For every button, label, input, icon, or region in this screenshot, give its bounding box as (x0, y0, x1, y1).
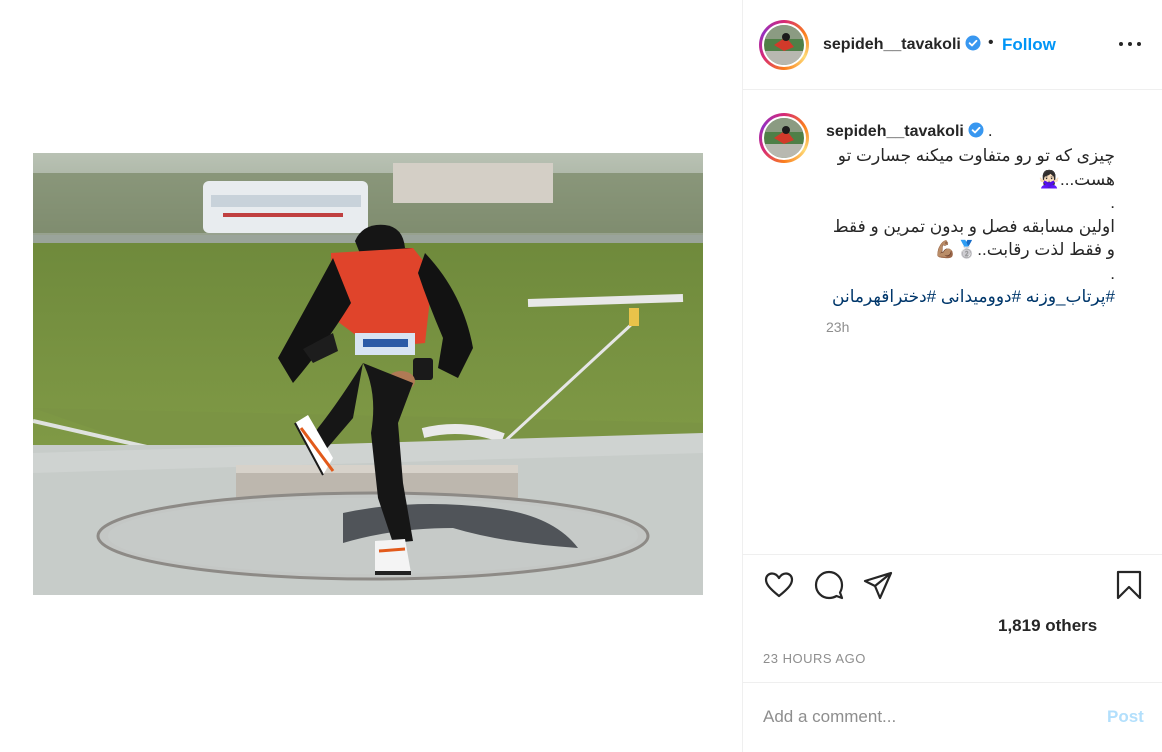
caption-username[interactable]: sepideh__tavakoli (826, 123, 964, 140)
paper-plane-icon[interactable] (862, 569, 894, 601)
post-time-ago[interactable]: 23 HOURS AGO (763, 651, 866, 666)
avatar[interactable] (764, 25, 804, 65)
comment-box: Post (743, 682, 1162, 752)
caption-line: و فقط لذت رقابت..🥈💪🏽 (934, 240, 1115, 259)
caption-trailing-dot: . (987, 121, 993, 140)
story-ring[interactable] (759, 20, 809, 70)
bookmark-icon[interactable] (1113, 569, 1145, 601)
post-photo[interactable] (33, 153, 703, 595)
more-options-icon[interactable] (1119, 40, 1143, 50)
shot-put-athlete-image (33, 153, 703, 595)
comment-bubble-icon[interactable] (813, 569, 845, 601)
likes-count[interactable]: 1,819 others (998, 616, 1097, 636)
avatar-image (764, 25, 804, 65)
caption-line: اولین مسابقه فصل و بدون تمرین و فقط (832, 216, 1115, 236)
separator-dot: • (988, 34, 994, 51)
caption-avatar[interactable] (764, 118, 804, 158)
caption-line: . (1110, 193, 1115, 212)
post-media-pane (0, 0, 742, 752)
caption-line: چیزی که تو رو متفاوت میکنه جسارت تو (837, 146, 1115, 165)
caption-text: چیزی که تو رو متفاوت میکنه جسارت تو هست.… (813, 144, 1115, 309)
caption-line: . (1110, 263, 1115, 283)
action-bar: 1,819 others 23 HOURS AGO (743, 554, 1162, 682)
verified-badge-icon (965, 35, 981, 51)
post-header: sepideh__tavakoli • Follow (743, 0, 1162, 90)
follow-button[interactable]: Follow (1002, 35, 1056, 55)
post-comment-button[interactable]: Post (1107, 707, 1144, 727)
avatar-image (764, 118, 804, 158)
post-author-username[interactable]: sepideh__tavakoli (823, 36, 961, 53)
caption-story-ring[interactable] (759, 113, 809, 163)
caption-timestamp[interactable]: 23h (826, 319, 849, 335)
comment-input[interactable] (763, 705, 1083, 729)
caption-line: هست...🙅🏻‍♀️ (1038, 169, 1115, 189)
caption-section: sepideh__tavakoli. چیزی که تو رو متفاوت … (743, 91, 1162, 554)
verified-badge-icon (968, 122, 984, 138)
caption-hashtags[interactable]: #پرتاب_وزنه #دوومیدانی #دختراقهرمانن (813, 285, 1115, 309)
post-sidebar: sepideh__tavakoli • Follow sepideh__tava… (742, 0, 1162, 752)
heart-icon[interactable] (763, 569, 795, 601)
